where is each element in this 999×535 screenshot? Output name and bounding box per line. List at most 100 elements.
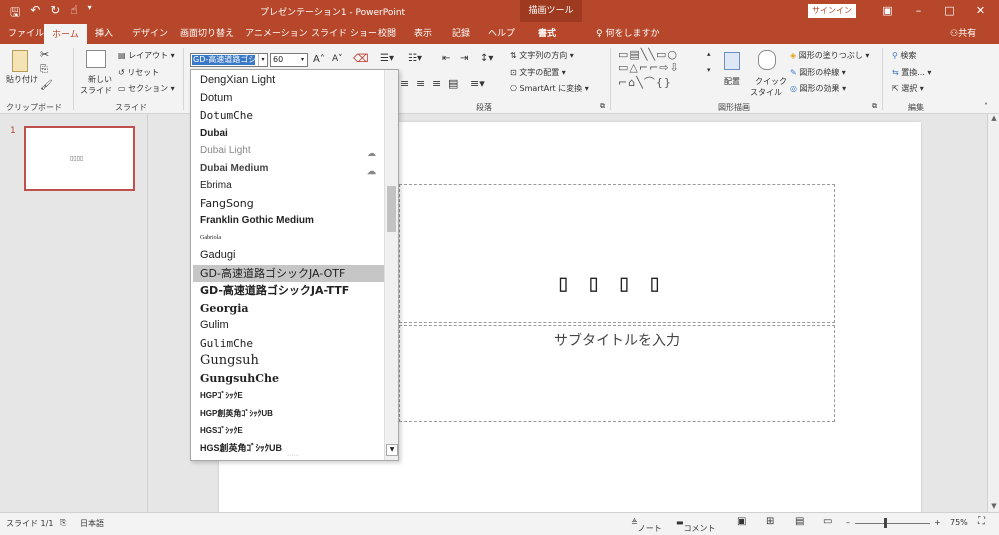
shapes-scroll-up-icon[interactable]: ▴ — [707, 50, 711, 58]
ribbon-display-icon[interactable]: ▣ — [872, 2, 903, 20]
font-list-item[interactable]: GungsuhChe — [193, 370, 384, 388]
chevron-down-icon[interactable]: ▾ — [298, 54, 307, 66]
comments-button[interactable]: ▬ コメント — [676, 518, 716, 533]
font-name-combobox[interactable]: GD-高速道路ゴシ ▾ — [190, 53, 268, 67]
customize-icon[interactable]: ▾ — [88, 3, 92, 24]
zoom-slider-thumb[interactable] — [884, 518, 887, 528]
reading-view-icon[interactable]: ▤ — [795, 516, 804, 527]
notes-button[interactable]: ≜ ノート — [631, 518, 662, 533]
fit-to-window-icon[interactable]: ⛶ — [978, 516, 985, 527]
find-button[interactable]: ⚲ 検索 — [892, 50, 916, 61]
zoom-out-icon[interactable]: – — [846, 518, 850, 527]
normal-view-icon[interactable]: ▣ — [737, 516, 746, 527]
align-center-icon[interactable]: ≡ — [416, 77, 425, 90]
signin-button[interactable]: サインイン — [808, 4, 856, 18]
tab-home[interactable]: ホーム — [44, 24, 87, 44]
scroll-up-icon[interactable]: ▲ — [988, 114, 999, 122]
select-button[interactable]: ⇱ 選択 ▾ — [892, 83, 924, 94]
shapes-scroll-down-icon[interactable]: ▾ — [707, 66, 711, 74]
new-slide-label-2[interactable]: スライド — [80, 85, 112, 96]
font-list-item[interactable]: Dotum — [193, 90, 384, 108]
font-list-item[interactable]: Gungsuh — [193, 352, 384, 370]
title-placeholder[interactable]: ▯▯▯▯ — [399, 184, 835, 323]
resize-grip-icon[interactable]: ⋯⋯ — [287, 452, 299, 459]
tab-record[interactable]: 記録 — [452, 26, 470, 39]
dialog-launcher-icon[interactable]: ⧉ — [872, 102, 877, 111]
cut-icon[interactable]: ✂ — [40, 48, 49, 61]
touch-icon[interactable]: ☝ — [70, 3, 77, 24]
tab-file[interactable]: ファイル — [8, 26, 44, 39]
font-list-item[interactable]: Dubai Light ☁ — [193, 142, 384, 160]
paste-button[interactable]: 貼り付け — [6, 74, 38, 85]
columns-icon[interactable]: ≡▾ — [470, 77, 485, 90]
align-right-icon[interactable]: ≡ — [432, 77, 441, 90]
arrange-icon[interactable] — [724, 52, 740, 70]
vertical-scrollbar[interactable]: ▲ ▼ — [987, 114, 999, 512]
font-list-item[interactable]: DotumChe — [193, 107, 384, 125]
tab-format[interactable]: 書式 — [538, 26, 556, 39]
font-size-combobox[interactable]: 60 ▾ — [270, 53, 308, 67]
cloud-download-icon[interactable]: ☁ — [367, 145, 376, 160]
justify-icon[interactable]: ▤ — [448, 77, 458, 90]
quick-styles-icon[interactable] — [758, 50, 776, 70]
zoom-slider[interactable] — [855, 523, 930, 524]
title-text[interactable]: ▯▯▯▯ — [400, 269, 834, 297]
slideshow-icon[interactable]: ▭ — [823, 516, 832, 527]
reset-button[interactable]: ↺ リセット — [118, 67, 159, 78]
tab-transitions[interactable]: 画面切り替え — [180, 26, 234, 39]
tell-me-search[interactable]: ♀ 何をしますか — [596, 26, 659, 39]
font-list-item[interactable]: Georgia — [193, 300, 384, 318]
arrange-button[interactable]: 配置 — [724, 76, 740, 87]
font-list-scrollbar[interactable]: ▼ — [384, 70, 398, 460]
redo-icon[interactable]: ↻ — [50, 3, 60, 24]
format-painter-icon[interactable]: 🖌 — [40, 80, 53, 91]
zoom-in-icon[interactable]: + — [934, 518, 941, 527]
grow-font-icon[interactable]: A˄ — [313, 54, 325, 65]
convert-smartart-button[interactable]: ⎔ SmartArt に変換 ▾ — [510, 83, 589, 94]
font-size-value[interactable]: 60 — [273, 55, 283, 64]
font-list-item[interactable]: GD-高速道路ゴシックJA-OTF — [193, 264, 384, 282]
shrink-font-icon[interactable]: A˅ — [332, 54, 343, 64]
font-list-item[interactable]: Franklin Gothic Medium — [193, 212, 384, 230]
font-name-value[interactable]: GD-高速道路ゴシ — [192, 55, 255, 65]
save-icon[interactable]: 🖫 — [10, 3, 20, 24]
copy-icon[interactable]: ⎘ — [40, 64, 48, 75]
increase-indent-icon[interactable]: ⇥ — [460, 53, 468, 64]
shape-effects-button[interactable]: ◎ 図形の効果 ▾ — [790, 83, 846, 94]
undo-icon[interactable]: ↶ — [30, 3, 40, 24]
language-indicator[interactable]: 日本語 — [80, 518, 104, 529]
paste-icon[interactable] — [12, 50, 28, 72]
font-list-item[interactable]: HGPｺﾞｼｯｸE — [193, 387, 384, 405]
tab-help[interactable]: ヘルプ — [488, 26, 515, 39]
font-list-item[interactable]: GulimChe — [193, 335, 384, 353]
font-list-item[interactable]: FangSong — [193, 195, 384, 213]
new-slide-label-1[interactable]: 新しい — [88, 74, 112, 85]
maximize-icon[interactable]: □ — [934, 2, 965, 20]
font-list-item[interactable]: Gadugi — [193, 247, 384, 265]
section-button[interactable]: ▭ セクション ▾ — [118, 83, 175, 94]
font-list-item[interactable]: Gulim — [193, 317, 384, 335]
text-direction-button[interactable]: ⇅ 文字列の方向 ▾ — [510, 50, 574, 61]
quick-styles-label-1[interactable]: クイック — [755, 76, 787, 87]
layout-button[interactable]: ▤ レイアウト ▾ — [118, 50, 175, 61]
font-dropdown-list[interactable]: DengXian Light Dotum DotumChe Dubai Dubai Li… — [190, 69, 399, 461]
new-slide-icon[interactable] — [86, 50, 106, 68]
font-list-item[interactable]: GD-高速道路ゴシックJA-TTF — [193, 282, 384, 300]
clear-formatting-icon[interactable]: ⌫ — [353, 52, 369, 65]
quick-styles-label-2[interactable]: スタイル — [750, 87, 782, 98]
font-list-item[interactable]: HGP創英角ｺﾞｼｯｸUB — [193, 405, 384, 423]
shapes-gallery[interactable]: ▭▤╲╲▭○ ▭△⌐⌐⇨⇩ ⌐⌂╲⌒{} — [618, 48, 680, 90]
slide-sorter-icon[interactable]: ⊞ — [766, 516, 774, 527]
bullets-icon[interactable]: ☰▾ — [380, 53, 394, 64]
align-left-icon[interactable]: ≡ — [400, 77, 409, 90]
scrollbar-thumb[interactable] — [387, 186, 396, 232]
share-button[interactable]: ⚇共有 — [950, 26, 976, 39]
subtitle-text[interactable]: サブタイトルを入力 — [400, 330, 834, 350]
line-spacing-icon[interactable]: ↕▾ — [480, 53, 493, 64]
tab-review[interactable]: 校閲 — [378, 26, 396, 39]
collapse-ribbon-icon[interactable]: ˄ — [984, 102, 988, 111]
tab-insert[interactable]: 挿入 — [95, 26, 113, 39]
subtitle-placeholder[interactable]: サブタイトルを入力 — [399, 325, 835, 422]
tab-animations[interactable]: アニメーション — [245, 26, 308, 39]
chevron-down-icon[interactable]: ▾ — [258, 54, 267, 66]
